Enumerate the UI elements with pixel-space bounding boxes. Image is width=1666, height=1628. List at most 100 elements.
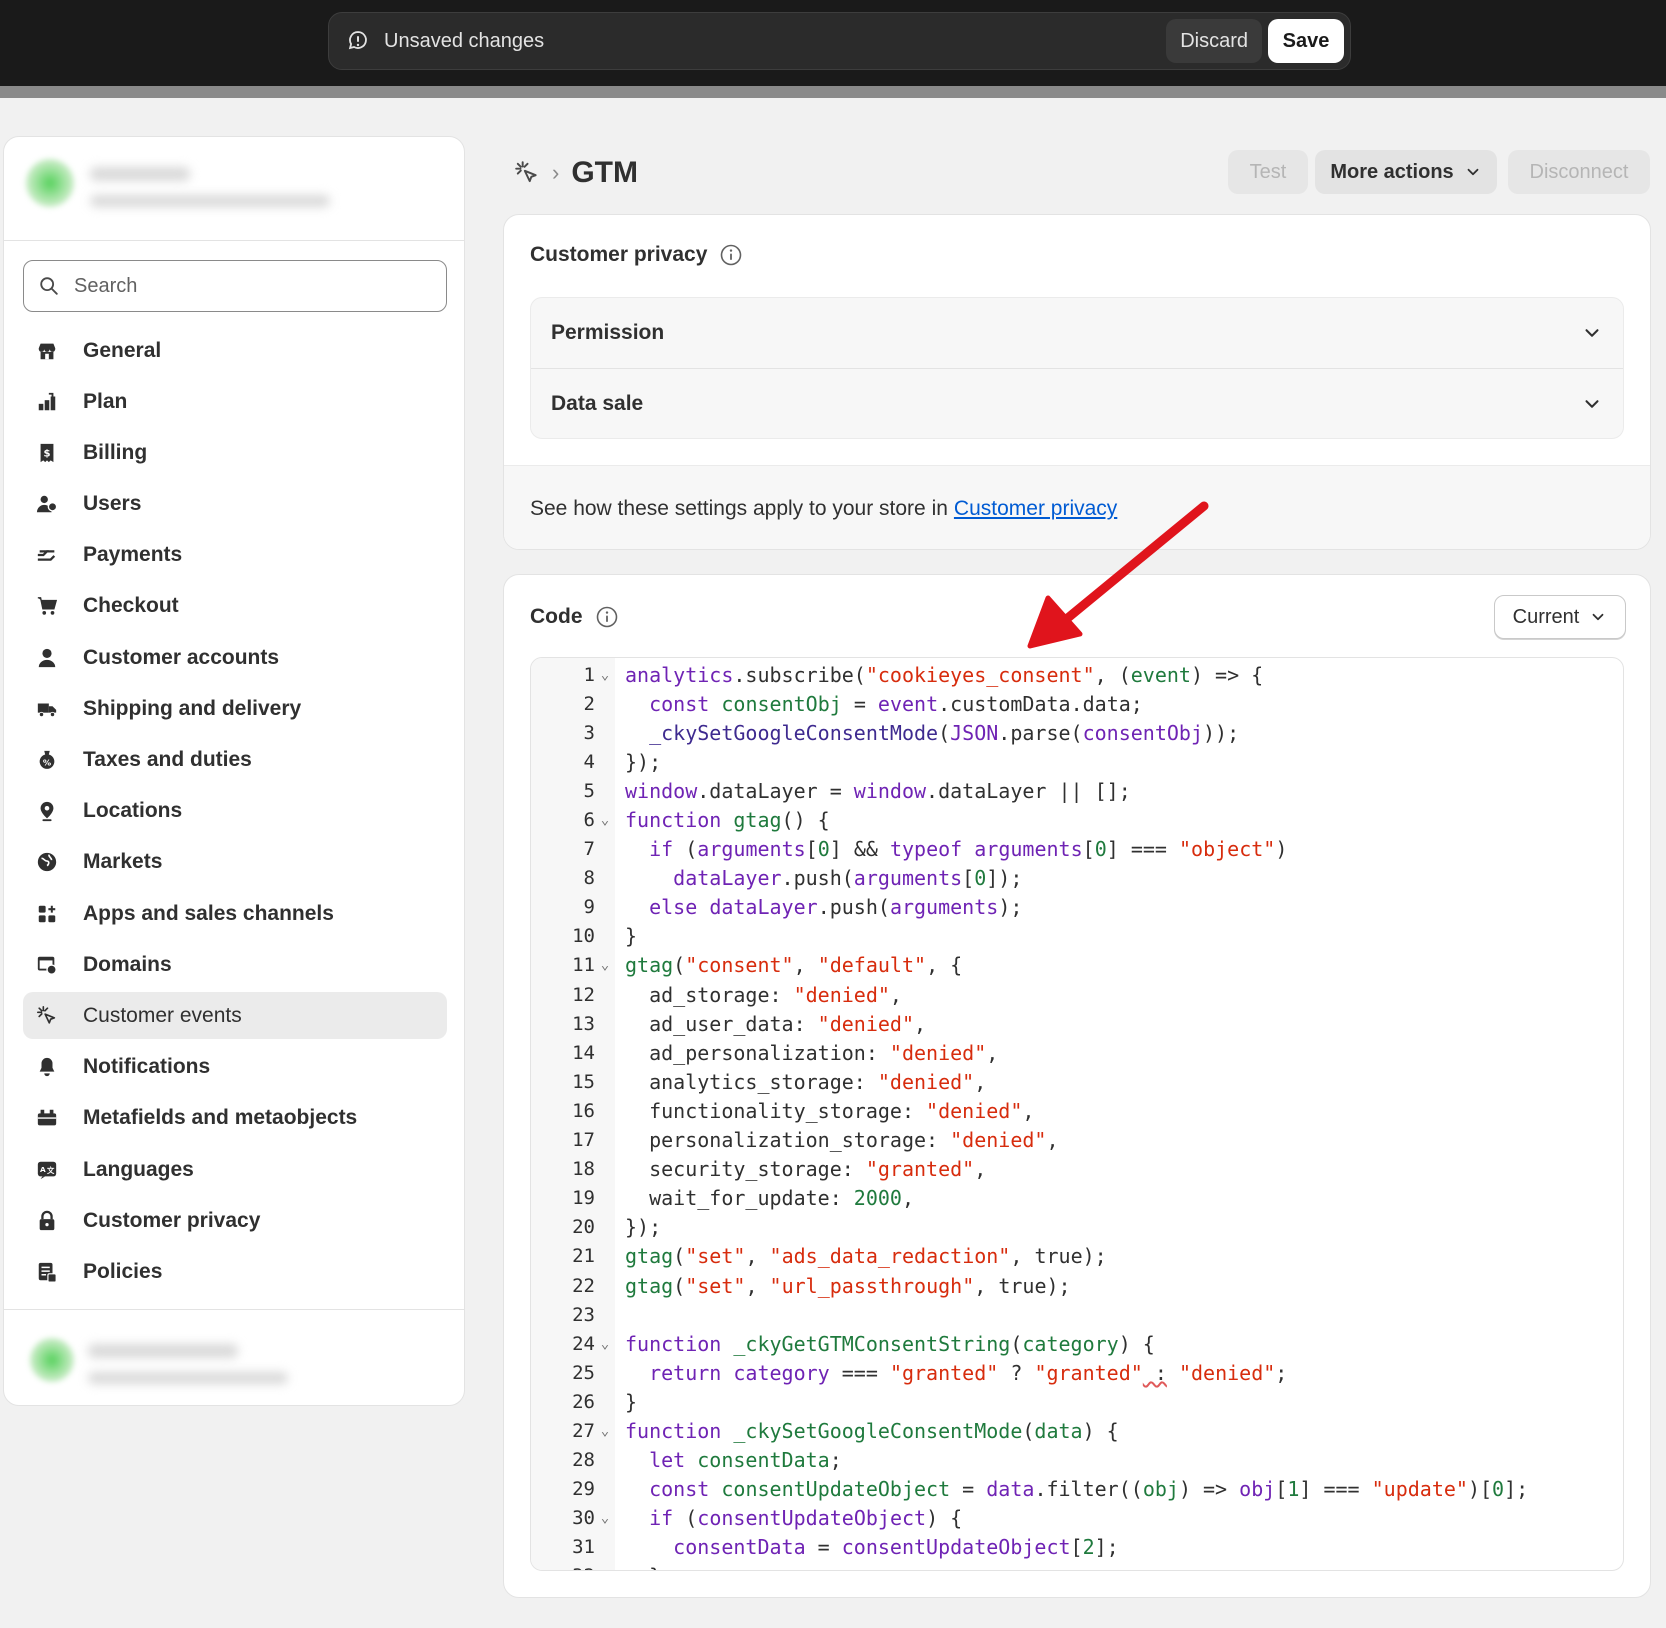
- sidebar-item-payments[interactable]: Payments: [23, 532, 447, 579]
- code-line: 14 ad_personalization: "denied",: [572, 1040, 999, 1065]
- sidebar-item-shipping[interactable]: Shipping and delivery: [23, 685, 447, 732]
- fold-toggle-icon[interactable]: ⌄: [595, 1336, 615, 1352]
- search-icon: [40, 277, 58, 295]
- code-title: Code: [530, 605, 583, 628]
- discard-button[interactable]: Discard: [1166, 19, 1262, 63]
- permission-label: Permission: [551, 321, 665, 344]
- sidebar-item-domains[interactable]: Domains: [23, 941, 447, 988]
- code-line: 5 window.dataLayer = window.dataLayer || …: [583, 778, 1131, 803]
- sidebar-item-label: Policies: [83, 1259, 163, 1283]
- info-icon[interactable]: [595, 605, 619, 629]
- code-line: 1 ⌄ analytics.subscribe("cookieyes_consent…: [583, 662, 1264, 687]
- customer-privacy-card: Customer privacy Permission Data sale Se…: [503, 214, 1651, 550]
- customer-privacy-title: Customer privacy: [530, 243, 708, 266]
- sidebar-item-label: Payments: [83, 543, 183, 567]
- fold-toggle-icon[interactable]: ⌄: [595, 957, 615, 973]
- code-line: 32 }: [531, 1562, 1623, 1570]
- code-line: 4});: [583, 749, 662, 774]
- store-avatar: [26, 159, 74, 207]
- privacy-footer: See how these settings apply to your sto…: [504, 465, 1650, 549]
- breadcrumb-separator-icon: ›: [552, 160, 560, 185]
- fold-toggle-icon[interactable]: ⌄: [595, 1510, 615, 1526]
- data-sale-row[interactable]: Data sale: [531, 368, 1623, 438]
- fold-toggle-icon[interactable]: ⌄: [595, 1423, 615, 1439]
- sidebar-item-taxes[interactable]: % Taxes and duties: [23, 737, 447, 784]
- more-actions-label: More actions: [1330, 160, 1454, 183]
- chevron-down-icon: [1585, 329, 1599, 337]
- plan-icon: [35, 390, 59, 414]
- sidebar-item-label: Metafields and metaobjects: [83, 1106, 358, 1130]
- code-line: 16 functionality_storage: "denied",: [572, 1098, 1035, 1123]
- cursor-click-icon: [35, 1004, 59, 1028]
- code-line: 19 wait_for_update: 2000,: [572, 1186, 914, 1211]
- code-editor[interactable]: 1 ⌄ analytics.subscribe("cookieyes_consent…: [530, 657, 1624, 1571]
- sidebar-item-customer-accounts[interactable]: Customer accounts: [23, 634, 447, 681]
- sidebar-item-customer-events[interactable]: Customer events: [23, 992, 447, 1040]
- sidebar-item-label: General: [83, 338, 162, 362]
- sidebar-item-customer-privacy[interactable]: Customer privacy: [23, 1197, 447, 1244]
- unsaved-changes-text: Unsaved changes: [384, 29, 545, 52]
- settings-sidebar: General Plan $ Billing Users Payments Ch…: [3, 136, 465, 1406]
- page-title: GTM: [571, 156, 638, 189]
- sidebar-item-apps[interactable]: Apps and sales channels: [23, 890, 447, 937]
- account-avatar: [30, 1338, 74, 1382]
- test-button[interactable]: Test: [1228, 150, 1308, 194]
- code-line: 9 else dataLayer.push(arguments);: [583, 895, 1023, 920]
- customer-privacy-link[interactable]: Customer privacy: [954, 497, 1117, 521]
- code-line: 18 security_storage: "granted",: [572, 1157, 987, 1182]
- sidebar-item-metafields[interactable]: Metafields and metaobjects: [23, 1095, 447, 1142]
- sidebar-item-label: Markets: [83, 850, 163, 874]
- sidebar-item-plan[interactable]: Plan: [23, 378, 447, 425]
- sidebar-item-label: Customer events: [83, 1003, 242, 1027]
- sidebar-item-label: Shipping and delivery: [83, 696, 302, 720]
- fold-toggle-icon[interactable]: ⌄: [595, 812, 615, 828]
- sidebar-item-markets[interactable]: Markets: [23, 839, 447, 886]
- info-icon[interactable]: [719, 243, 743, 267]
- sidebar-item-users[interactable]: Users: [23, 481, 447, 528]
- sidebar-item-label: Users: [83, 492, 142, 516]
- svg-text:文: 文: [46, 1165, 55, 1174]
- code-line: 21 gtag("set", "ads_data_redaction", true…: [572, 1244, 1107, 1269]
- search-input[interactable]: [74, 274, 394, 298]
- sidebar-item-label: Taxes and duties: [83, 748, 252, 771]
- settings-nav: General Plan $ Billing Users Payments Ch…: [23, 327, 447, 1300]
- store-switcher[interactable]: [4, 137, 464, 241]
- sidebar-item-languages[interactable]: A文 Languages: [23, 1146, 447, 1193]
- code-line: 15 analytics_storage: "denied",: [572, 1069, 987, 1094]
- code-line: 27 ⌄ function _ckySetGoogleConsentMode(dat…: [572, 1418, 1119, 1443]
- sidebar-item-notifications[interactable]: Notifications: [23, 1044, 447, 1091]
- more-actions-button[interactable]: More actions: [1315, 150, 1497, 194]
- fold-toggle-icon[interactable]: ⌄: [595, 667, 615, 683]
- code-line: 10}: [572, 924, 638, 949]
- sidebar-item-policies[interactable]: Policies: [23, 1248, 447, 1295]
- unsaved-changes-banner: Unsaved changes Discard Save: [328, 12, 1351, 70]
- contextual-save-bar: Unsaved changes Discard Save: [0, 0, 1666, 86]
- sidebar-item-billing[interactable]: $ Billing: [23, 429, 447, 476]
- apps-icon: [35, 902, 59, 926]
- code-lines: 1 ⌄ analytics.subscribe("cookieyes_consent…: [531, 660, 1623, 1570]
- code-line: 13 ad_user_data: "denied",: [572, 1011, 927, 1036]
- version-select-label: Current: [1512, 605, 1580, 628]
- location-icon: [35, 799, 59, 823]
- account-footer[interactable]: [4, 1309, 464, 1405]
- sidebar-item-locations[interactable]: Locations: [23, 788, 447, 835]
- sidebar-item-checkout[interactable]: Checkout: [23, 583, 447, 630]
- sidebar-item-label: Languages: [83, 1157, 194, 1181]
- code-line: 29 const consentUpdateObject = data.filt…: [572, 1477, 1529, 1502]
- permission-row[interactable]: Permission: [531, 298, 1623, 368]
- sidebar-item-general[interactable]: General: [23, 327, 447, 374]
- settings-search[interactable]: [23, 260, 447, 312]
- alert-icon: [348, 31, 367, 50]
- code-line: 25 return category === "granted" ? "gran…: [572, 1360, 1288, 1385]
- code-line: 8 dataLayer.push(arguments[0]);: [583, 866, 1023, 891]
- disconnect-button[interactable]: Disconnect: [1508, 150, 1650, 194]
- globe-icon: [35, 850, 59, 874]
- version-select[interactable]: Current: [1494, 595, 1626, 639]
- code-line: 24 ⌄ function _ckyGetGTMConsentString(cate…: [572, 1331, 1155, 1356]
- cursor-click-icon[interactable]: [514, 160, 540, 186]
- lock-icon: [35, 1209, 59, 1233]
- code-line: 2 const consentObj = event.customData.da…: [583, 691, 1143, 716]
- sidebar-item-label: Plan: [83, 389, 128, 413]
- save-button[interactable]: Save: [1268, 19, 1344, 63]
- sidebar-item-label: Apps and sales channels: [83, 901, 334, 925]
